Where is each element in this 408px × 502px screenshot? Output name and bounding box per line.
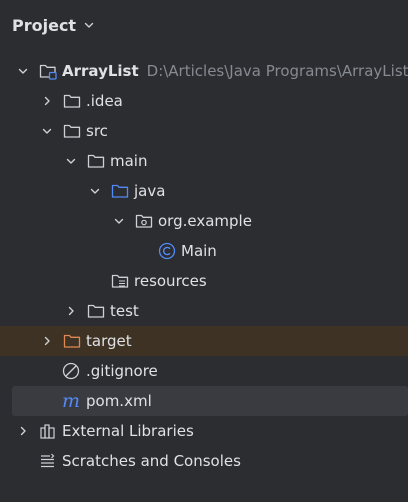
tree-node-label: pom.xml — [86, 392, 152, 410]
project-tree: ArrayList D:\Articles\Java Programs\Array… — [0, 56, 408, 476]
tree-node-external-libraries[interactable]: External Libraries — [0, 416, 408, 446]
ignore-file-icon — [61, 361, 81, 381]
maven-icon: m — [61, 390, 81, 412]
tree-node-main[interactable]: main — [0, 146, 408, 176]
chevron-down-icon[interactable] — [40, 124, 54, 138]
chevron-right-icon[interactable] — [40, 94, 54, 108]
folder-icon — [62, 121, 82, 141]
project-view-header[interactable]: Project — [12, 12, 96, 38]
folder-icon — [62, 91, 82, 111]
tree-node-org-example[interactable]: org.example — [0, 206, 408, 236]
tree-node-target[interactable]: target — [0, 326, 408, 356]
chevron-right-icon[interactable] — [16, 424, 30, 438]
panel-title: Project — [12, 15, 77, 35]
source-folder-icon — [110, 181, 130, 201]
tree-node-arraylist[interactable]: ArrayList D:\Articles\Java Programs\Array… — [0, 56, 408, 86]
chevron-right-icon[interactable] — [40, 334, 54, 348]
excluded-folder-icon — [62, 331, 82, 351]
tree-node-label: resources — [134, 272, 207, 290]
chevron-down-icon[interactable] — [16, 64, 30, 78]
tree-node-label: Main — [181, 242, 217, 260]
chevron-down-icon[interactable] — [64, 154, 78, 168]
package-icon — [134, 211, 154, 231]
folder-icon — [86, 301, 106, 321]
scratches-icon — [38, 451, 58, 471]
project-name: ArrayList — [62, 62, 139, 80]
tree-node-test[interactable]: test — [0, 296, 408, 326]
tree-node-label: java — [134, 182, 166, 200]
tree-node-label: .idea — [86, 92, 123, 110]
tree-node-label: main — [110, 152, 148, 170]
tree-node-label: test — [110, 302, 139, 320]
chevron-right-icon[interactable] — [64, 304, 78, 318]
tree-node-scratches[interactable]: Scratches and Consoles — [0, 446, 408, 476]
tree-node-label: Scratches and Consoles — [62, 452, 241, 470]
module-folder-icon — [38, 61, 58, 81]
chevron-down-icon[interactable] — [82, 18, 96, 32]
tree-node-label: src — [86, 122, 108, 140]
tree-node-label: org.example — [158, 212, 252, 230]
java-class-icon — [157, 241, 177, 261]
project-path: D:\Articles\Java Programs\ArrayList — [146, 62, 408, 80]
chevron-down-icon[interactable] — [112, 214, 126, 228]
tree-node-pom[interactable]: m pom.xml — [12, 386, 408, 416]
tree-node-label: External Libraries — [62, 422, 194, 440]
tree-node-gitignore[interactable]: .gitignore — [0, 356, 408, 386]
tree-node-resources[interactable]: resources — [0, 266, 408, 296]
tree-node-label: ArrayList D:\Articles\Java Programs\Array… — [62, 61, 408, 81]
tree-node-idea[interactable]: .idea — [0, 86, 408, 116]
folder-icon — [86, 151, 106, 171]
tree-node-label: .gitignore — [86, 362, 158, 380]
chevron-down-icon[interactable] — [88, 184, 102, 198]
tree-node-main-class[interactable]: Main — [0, 236, 408, 266]
resources-folder-icon — [110, 271, 130, 291]
libraries-icon — [38, 421, 58, 441]
tree-node-java[interactable]: java — [0, 176, 408, 206]
tree-node-src[interactable]: src — [0, 116, 408, 146]
tree-node-label: target — [86, 332, 132, 350]
